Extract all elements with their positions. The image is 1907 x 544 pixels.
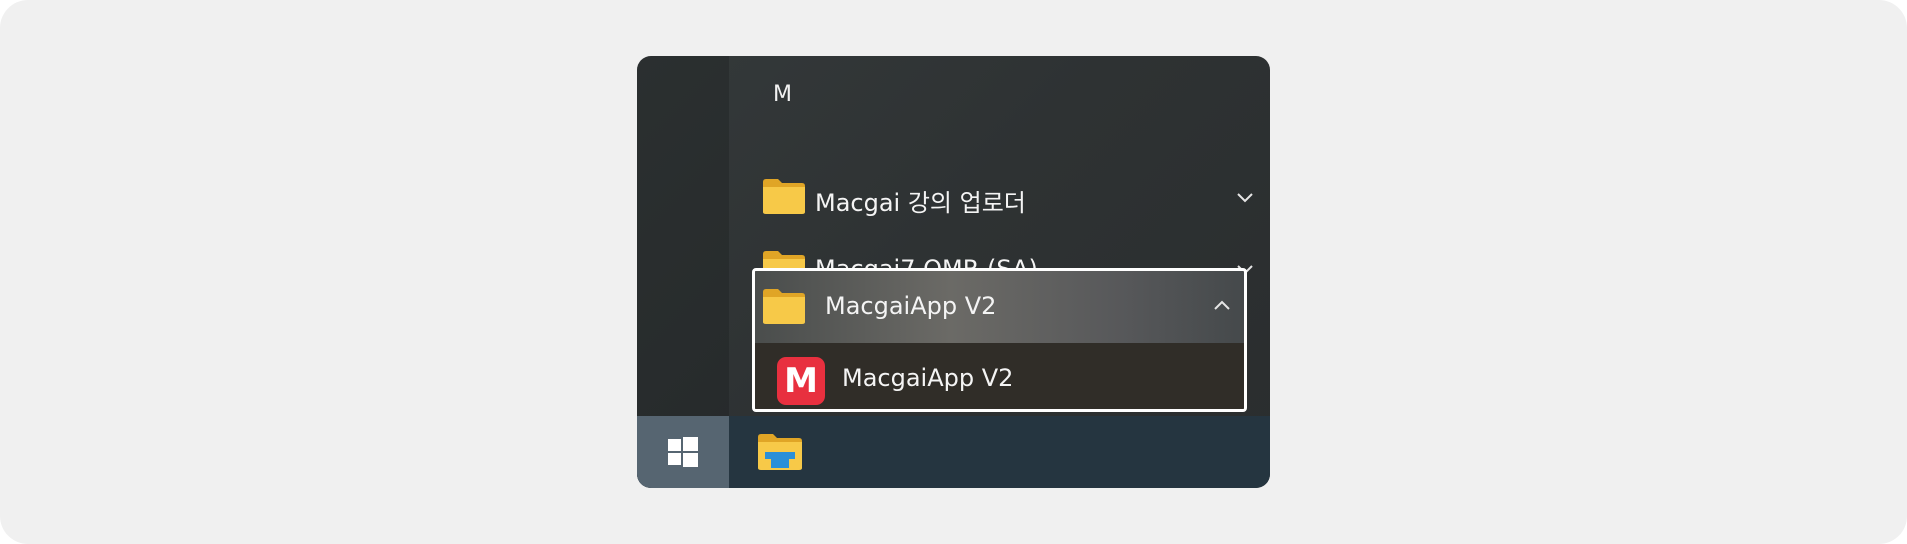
folder-icon [763, 179, 805, 214]
taskbar [637, 416, 1270, 488]
app-list-item-label: Macgai 강의 업로더 [815, 189, 1026, 217]
start-button[interactable] [637, 416, 729, 488]
windows-icon [668, 437, 698, 467]
folder-icon [763, 289, 805, 324]
chevron-down-icon[interactable] [1233, 185, 1257, 209]
app-list-subitem-macgaiapp[interactable]: M MacgaiApp V2 [752, 340, 1247, 412]
start-menu-rail [637, 56, 729, 416]
chevron-up-icon[interactable] [1210, 294, 1234, 318]
page-background: M Macgai 강의 업로더 Macgai7 OMR (SA) MacgaiA… [0, 0, 1907, 544]
section-header-letter[interactable]: M [773, 82, 792, 107]
app-list-item-label: MacgaiApp V2 [825, 292, 997, 320]
file-explorer-icon[interactable] [757, 433, 803, 471]
app-list-item-macgaiapp-folder[interactable]: MacgaiApp V2 [753, 270, 1248, 342]
app-list-item-macgai-uploader[interactable]: Macgai 강의 업로더 [753, 161, 1270, 233]
app-list-subitem-label: MacgaiApp V2 [842, 364, 1014, 392]
macgaiapp-icon: M [777, 357, 825, 405]
